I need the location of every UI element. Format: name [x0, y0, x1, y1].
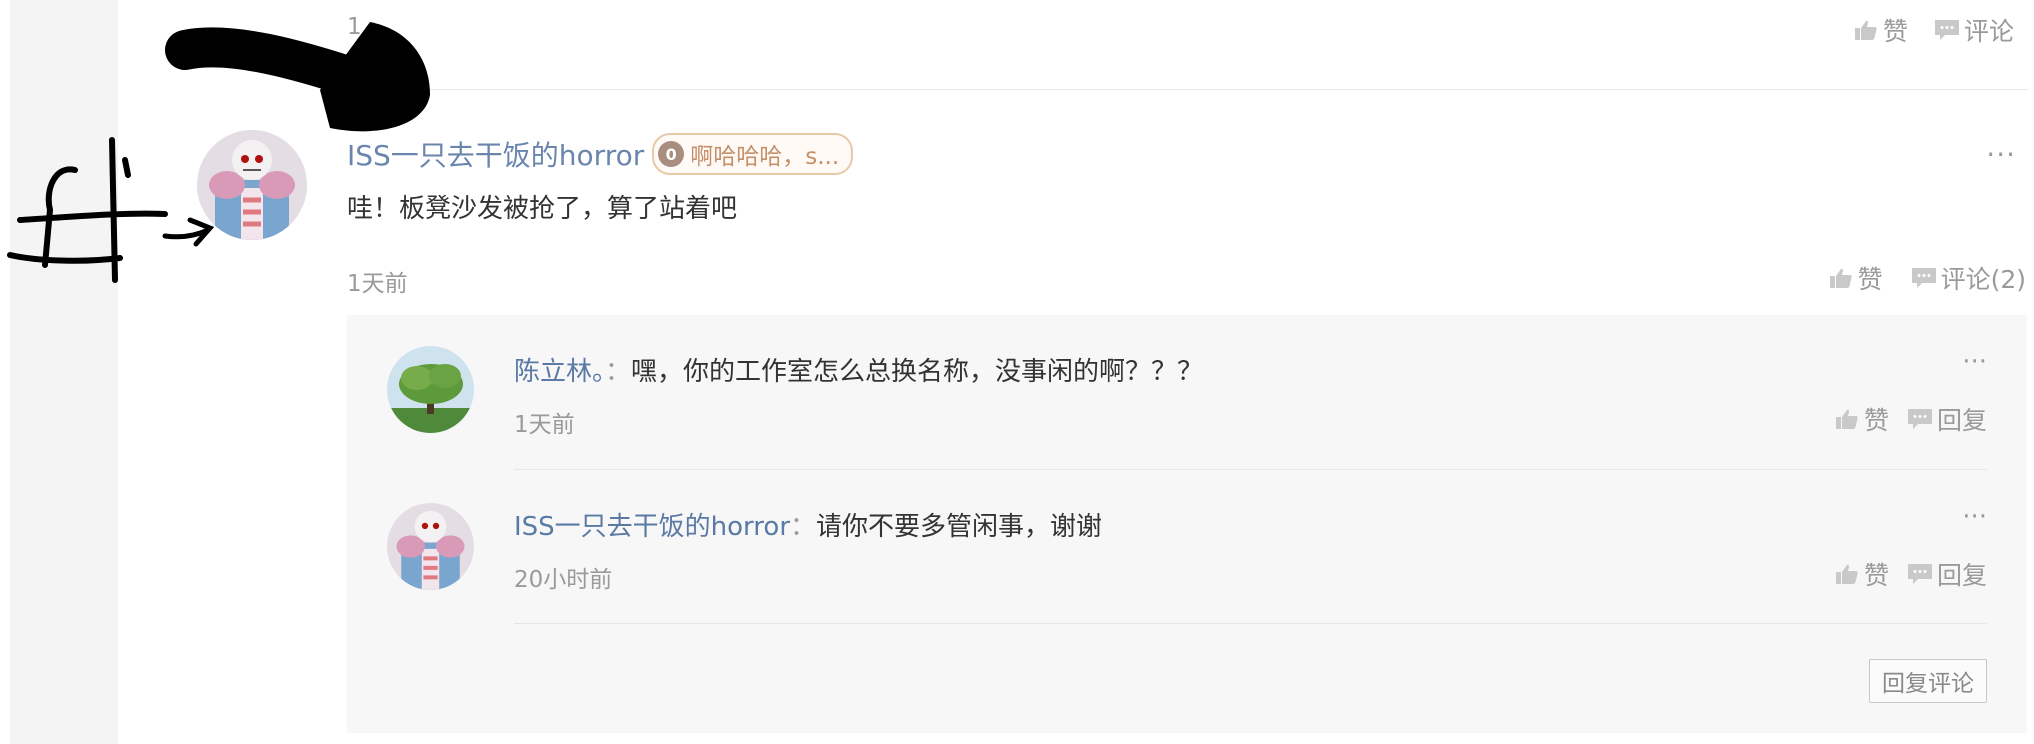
comment-label: 评论(2) [1940, 265, 2026, 294]
more-icon[interactable]: ··· [1986, 138, 2016, 171]
reply-time: 20小时前 [514, 567, 613, 593]
comment-bubble-icon [1907, 564, 1932, 584]
comment-button[interactable]: 评论(2) [1911, 260, 2026, 296]
reply-content: 嘿，你的工作室怎么总换名称，没事闲的啊？？？ [631, 357, 1204, 387]
comment-author[interactable]: ISS一只去干饭的horror [347, 134, 644, 174]
prev-comment-time: 1 [347, 14, 362, 40]
like-label: 赞 [1863, 561, 1889, 590]
avatar[interactable] [197, 130, 307, 240]
thumb-up-icon [1835, 564, 1858, 584]
reply-button[interactable]: 回复 [1907, 556, 1987, 592]
comment-actions: 赞 评论(2) [1828, 260, 2026, 296]
thumb-up-icon [1835, 409, 1858, 429]
reply-button[interactable]: 回复 [1907, 401, 1987, 437]
avatar-image [387, 346, 474, 433]
reply-text-line: ISS一只去干饭的horror：请你不要多管闲事，谢谢 [514, 506, 1102, 543]
reply-author[interactable]: ISS一只去干饭的horror [514, 512, 790, 542]
comment-button[interactable]: 评论 [1934, 12, 2014, 48]
fan-badge[interactable]: 0 啊哈哈哈，s... [652, 133, 854, 175]
reply-label: 回复 [1936, 561, 1987, 590]
reply-separator: ： [790, 512, 817, 542]
comment-content: 哇！板凳沙发被抢了，算了站着吧 [347, 194, 738, 224]
more-icon[interactable]: ··· [1962, 502, 1987, 532]
thumb-up-icon [1854, 20, 1877, 40]
thumb-up-icon [1829, 268, 1852, 288]
badge-level: 0 [658, 141, 685, 167]
annotation-arrow-small [162, 227, 211, 240]
reply-label: 回复 [1936, 406, 1987, 435]
like-button[interactable]: 赞 [1834, 556, 1889, 592]
comment-bubble-icon [1934, 20, 1959, 40]
reply-separator: ： [605, 357, 632, 387]
comment-bubble-icon [1911, 268, 1936, 288]
reply-actions: 赞 回复 [1834, 401, 1987, 437]
like-label: 赞 [1882, 17, 1908, 46]
avatar-image [387, 503, 474, 590]
left-gutter [10, 0, 118, 744]
like-button[interactable]: 赞 [1828, 260, 1883, 296]
annotation-arrowhead-small [187, 217, 215, 247]
reply-comment-button[interactable]: 回复评论 [1869, 659, 1987, 703]
comment-label: 评论 [1963, 17, 2014, 46]
annotation-arrow-big [165, 27, 380, 100]
like-label: 赞 [1857, 265, 1883, 294]
reply-actions: 赞 回复 [1834, 556, 1987, 592]
reply-content: 请你不要多管闲事，谢谢 [816, 512, 1103, 542]
comment-divider [347, 89, 2028, 90]
reply-divider [514, 469, 1987, 470]
like-label: 赞 [1863, 406, 1889, 435]
prev-comment-actions: 赞 评论 [1853, 12, 2014, 48]
reply-divider [514, 623, 1987, 624]
replies-panel: 陈立林。：嘿，你的工作室怎么总换名称，没事闲的啊？？？ ··· 1天前 赞 回复… [347, 315, 2027, 733]
comment-time: 1天前 [347, 271, 408, 297]
comment-bubble-icon [1907, 409, 1932, 429]
avatar-image [197, 130, 307, 240]
reply-time: 1天前 [514, 412, 575, 438]
annotation-arrowhead-big [320, 22, 430, 132]
badge-text: 啊哈哈哈，s... [690, 144, 840, 170]
like-button[interactable]: 赞 [1834, 401, 1889, 437]
comment-author-line: ISS一只去干饭的horror 0 啊哈哈哈，s... [347, 133, 854, 175]
avatar[interactable] [387, 503, 474, 590]
reply-text-line: 陈立林。：嘿，你的工作室怎么总换名称，没事闲的啊？？？ [514, 351, 1203, 388]
like-button[interactable]: 赞 [1853, 12, 1908, 48]
avatar[interactable] [387, 346, 474, 433]
more-icon[interactable]: ··· [1962, 347, 1987, 377]
reply-author[interactable]: 陈立林。 [514, 357, 605, 387]
